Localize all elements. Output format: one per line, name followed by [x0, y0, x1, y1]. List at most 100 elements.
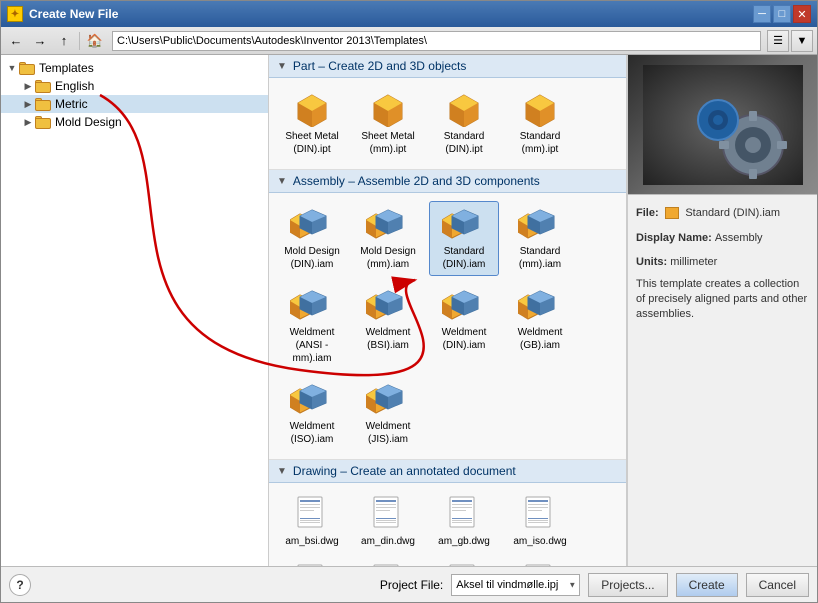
- file-item-mold-mm-iam[interactable]: Mold Design (mm).iam: [353, 201, 423, 276]
- info-description: This template creates a collection of pr…: [636, 277, 809, 323]
- file-item-am-iso[interactable]: am_iso.dwg: [505, 491, 575, 553]
- file-item-weldment-ansi[interactable]: Weldment (ANSI - mm).iam: [277, 282, 347, 370]
- options-button[interactable]: ▼: [791, 30, 813, 52]
- drawing-icon-am-iso: [524, 496, 556, 532]
- up-button[interactable]: ↑: [53, 30, 75, 52]
- folder-icon-templates: [19, 62, 35, 75]
- preview-area: [628, 55, 817, 195]
- file-label-mold-mm-iam: Mold Design (mm).iam: [358, 245, 418, 271]
- projects-button[interactable]: Projects...: [588, 573, 667, 597]
- tree-item-metric[interactable]: ▶ Metric: [1, 95, 268, 113]
- assembly-icon-standard-mm: [518, 206, 562, 242]
- title-bar: ✦ Create New File ─ □ ✕: [1, 1, 817, 27]
- file-label-weldment-bsi: Weldment (BSI).iam: [358, 326, 418, 352]
- forward-button[interactable]: →: [29, 30, 51, 52]
- file-item-weldment-iso[interactable]: Weldment (ISO).iam: [277, 376, 347, 451]
- file-item-weldment-bsi[interactable]: Weldment (BSI).iam: [353, 282, 423, 370]
- assembly-icon-standard-din: [442, 206, 486, 242]
- cancel-button[interactable]: Cancel: [746, 573, 809, 597]
- file-label-am-iso: am_iso.dwg: [513, 535, 566, 548]
- file-item-ansi-1[interactable]: ANSI: [353, 559, 423, 566]
- project-label: Project File:: [380, 578, 443, 592]
- file-item-weldment-gb[interactable]: Weldment (GB).iam: [505, 282, 575, 370]
- info-file-name: Standard (DIN).iam: [685, 207, 780, 219]
- info-panel: File: Standard (DIN).iam Display Name: A…: [627, 55, 817, 566]
- window-icon: ✦: [7, 6, 23, 22]
- file-item-am-gb[interactable]: am_gb.dwg: [429, 491, 499, 553]
- file-item-am-din[interactable]: am_din.dwg: [353, 491, 423, 553]
- file-label-sheet-metal-mm: Sheet Metal (mm).ipt: [358, 130, 418, 156]
- maximize-button[interactable]: □: [773, 5, 791, 23]
- info-file-label: File:: [636, 207, 659, 219]
- section-title-drawing: Drawing – Create an annotated document: [293, 464, 516, 478]
- file-item-ansi-2[interactable]: ANSI: [429, 559, 499, 566]
- assembly-icon-weldment-jis: [366, 381, 410, 417]
- close-button[interactable]: ✕: [793, 5, 811, 23]
- tree-item-english[interactable]: ▶ English: [1, 77, 268, 95]
- file-item-weldment-din[interactable]: Weldment (DIN).iam: [429, 282, 499, 370]
- file-item-am-jis[interactable]: am_jis.dwg: [277, 559, 347, 566]
- file-item-mold-din-iam[interactable]: Mold Design (DIN).iam: [277, 201, 347, 276]
- file-item-sheet-metal-din[interactable]: Sheet Metal (DIN).ipt: [277, 86, 347, 161]
- file-label-weldment-gb: Weldment (GB).iam: [510, 326, 570, 352]
- info-row-file: File: Standard (DIN).iam: [636, 203, 809, 222]
- file-item-standard-mm-ipt[interactable]: Standard (mm).ipt: [505, 86, 575, 161]
- project-select-wrapper: Aksel til vindmølle.ipj: [451, 574, 580, 596]
- files-scroll[interactable]: ▼ Part – Create 2D and 3D objects: [269, 55, 626, 566]
- file-label-standard-mm-iam: Standard (mm).iam: [510, 245, 570, 271]
- info-display-label: Display Name:: [636, 232, 715, 244]
- file-item-sheet-metal-mm[interactable]: Sheet Metal (mm).ipt: [353, 86, 423, 161]
- assembly-icon-weldment-bsi: [366, 287, 410, 323]
- minimize-button[interactable]: ─: [753, 5, 771, 23]
- tree-arrow-english: ▶: [21, 79, 35, 93]
- file-item-weldment-jis[interactable]: Weldment (JIS).iam: [353, 376, 423, 451]
- part-icon-sheet-metal-mm: [370, 91, 406, 127]
- info-content: File: Standard (DIN).iam Display Name: A…: [628, 195, 817, 566]
- back-button[interactable]: ←: [5, 30, 27, 52]
- info-row-display: Display Name: Assembly: [636, 228, 809, 247]
- content-area: ▼ Templates ▶: [1, 55, 817, 566]
- assembly-icon-weldment-din: [442, 287, 486, 323]
- assembly-icon-mold-din: [290, 206, 334, 242]
- section-header-part[interactable]: ▼ Part – Create 2D and 3D objects: [269, 55, 626, 78]
- tree-label-metric: Metric: [55, 97, 88, 111]
- file-item-standard-din-iam[interactable]: Standard (DIN).iam: [429, 201, 499, 276]
- part-icon-sheet-metal-din: [294, 91, 330, 127]
- toolbar: ← → ↑ 🏠 C:\Users\Public\Documents\Autode…: [1, 27, 817, 55]
- info-display-value: Assembly: [715, 232, 763, 244]
- window-title: Create New File: [29, 7, 753, 21]
- section-header-assembly[interactable]: ▼ Assembly – Assemble 2D and 3D componen…: [269, 170, 626, 193]
- preview-image: [643, 65, 803, 185]
- address-text: C:\Users\Public\Documents\Autodesk\Inven…: [117, 35, 427, 47]
- file-item-standard-din-ipt[interactable]: Standard (DIN).ipt: [429, 86, 499, 161]
- assembly-file-grid: Mold Design (DIN).iam: [269, 193, 626, 459]
- file-label-weldment-ansi: Weldment (ANSI - mm).iam: [282, 326, 342, 365]
- view-button[interactable]: ☰: [767, 30, 789, 52]
- project-select[interactable]: Aksel til vindmølle.ipj: [451, 574, 580, 596]
- right-area: ▼ Part – Create 2D and 3D objects: [269, 55, 817, 566]
- tree-label-mold: Mold Design: [55, 115, 122, 129]
- help-button[interactable]: ?: [9, 574, 31, 596]
- address-bar[interactable]: C:\Users\Public\Documents\Autodesk\Inven…: [112, 31, 761, 51]
- folder-icon-english: [35, 80, 51, 93]
- drawing-icon-am-gb: [448, 496, 480, 532]
- file-item-standard-mm-iam[interactable]: Standard (mm).iam: [505, 201, 575, 276]
- tree-label-english: English: [55, 79, 94, 93]
- file-item-bsi-dwg[interactable]: BSI.dwg: [505, 559, 575, 566]
- section-title-part: Part – Create 2D and 3D objects: [293, 59, 466, 73]
- file-item-am-bsi[interactable]: am_bsi.dwg: [277, 491, 347, 553]
- tree-item-mold-design[interactable]: ▶ Mold Design: [1, 113, 268, 131]
- section-header-drawing[interactable]: ▼ Drawing – Create an annotated document: [269, 460, 626, 483]
- drawing-icon-am-bsi: [296, 496, 328, 532]
- file-label-weldment-jis: Weldment (JIS).iam: [358, 420, 418, 446]
- info-file-icon: [665, 207, 679, 219]
- tree-arrow-metric: ▶: [21, 97, 35, 111]
- tree-area: ▼ Templates ▶: [1, 55, 268, 566]
- part-icon-standard-mm: [522, 91, 558, 127]
- create-button[interactable]: Create: [676, 573, 738, 597]
- tree-item-templates[interactable]: ▼ Templates: [1, 59, 268, 77]
- file-label-standard-mm-ipt: Standard (mm).ipt: [510, 130, 570, 156]
- folder-icon-metric: [35, 98, 51, 111]
- home-icon[interactable]: 🏠: [84, 30, 106, 52]
- file-label-mold-din-iam: Mold Design (DIN).iam: [282, 245, 342, 271]
